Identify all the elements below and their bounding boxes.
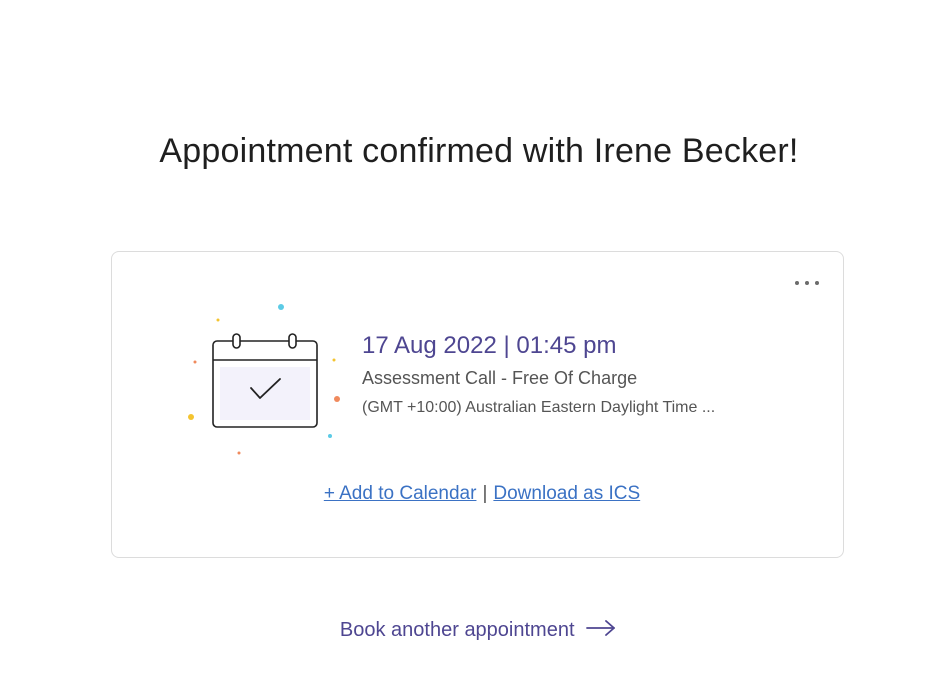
more-dot bbox=[805, 281, 809, 285]
appointment-card: 17 Aug 2022 | 01:45 pm Assessment Call -… bbox=[111, 251, 844, 558]
add-to-calendar-link[interactable]: + Add to Calendar bbox=[324, 483, 477, 504]
book-another-label: Book another appointment bbox=[339, 619, 575, 641]
book-another-appointment-link[interactable]: Book another appointment bbox=[0, 619, 928, 642]
more-dot bbox=[815, 281, 819, 285]
event-name: Assessment Call - Free Of Charge bbox=[362, 368, 638, 388]
download-ics-link[interactable]: Download as ICS bbox=[493, 483, 640, 504]
confirmation-page: Appointment confirmed with Irene Becker! bbox=[0, 0, 928, 696]
more-options-icon[interactable] bbox=[795, 276, 819, 290]
more-dot bbox=[795, 281, 799, 285]
calendar-links: + Add to Calendar | Download as ICS bbox=[112, 483, 852, 505]
page-title: Appointment confirmed with Irene Becker! bbox=[159, 132, 799, 170]
appointment-details: 17 Aug 2022 | 01:45 pm Assessment Call -… bbox=[362, 332, 715, 417]
timezone-label: (GMT +10:00) Australian Eastern Daylight… bbox=[362, 399, 716, 416]
calendar-check-icon bbox=[184, 300, 344, 460]
appointment-datetime: 17 Aug 2022 | 01:45 pm bbox=[362, 332, 617, 359]
link-separator: | bbox=[482, 483, 488, 504]
arrow-right-icon bbox=[586, 619, 616, 642]
